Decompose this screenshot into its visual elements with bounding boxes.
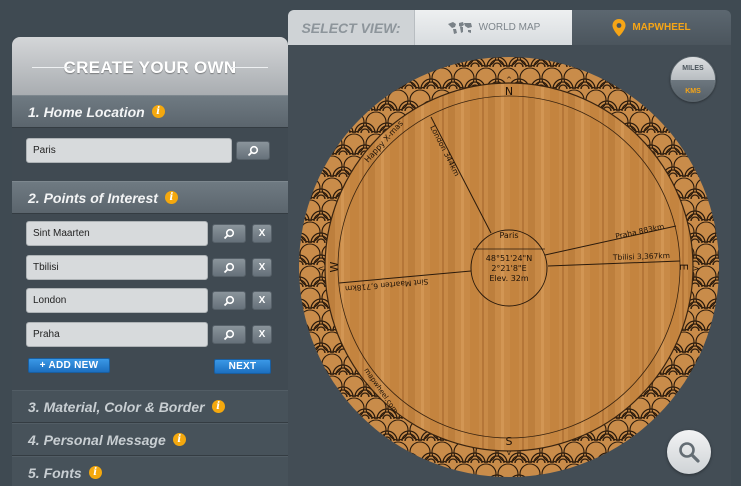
section-points-of-interest-header[interactable]: 2. Points of Interest i [12,181,288,214]
mapwheel-label: MAPWHEEL [632,22,691,33]
compass-n: N [505,85,513,98]
poi-input[interactable]: London [26,288,208,313]
poi-row: Praha X [26,322,272,347]
section-title: 1. Home Location [28,103,145,120]
compass-w-arrow: < [318,264,325,273]
poi-remove-button[interactable]: X [252,258,272,277]
zoom-button[interactable] [667,430,711,474]
section-title: 2. Points of Interest [28,189,158,206]
info-icon[interactable]: i [164,191,178,204]
info-icon[interactable]: i [211,400,225,413]
home-search-button[interactable] [236,141,270,160]
poi-remove-button[interactable]: X [252,224,272,243]
tab-mapwheel[interactable]: MAPWHEEL [572,10,731,45]
poi-row: London X [26,288,272,313]
section-title: 5. Fonts [28,464,82,481]
section-message-header[interactable]: 4. Personal Message i [12,423,288,456]
mapwheel-board[interactable]: Paris 48°51'24"N 2°21'8"E Elev. 32m N ^ … [288,45,731,486]
add-new-button[interactable]: + ADD NEW [28,358,110,373]
wheel-stage: Paris 48°51'24"N 2°21'8"E Elev. 32m N ^ … [288,45,731,486]
section-title: 4. Personal Message [28,431,166,448]
select-view-label: SELECT VIEW: [288,10,414,45]
center-lon: 2°21'8"E [491,264,526,273]
section-home-location-body: Paris [12,128,288,181]
poi-input[interactable]: Praha [26,322,208,347]
compass-s-arrow: v [507,449,511,457]
next-button[interactable]: NEXT [214,359,271,374]
center-city: Paris [499,231,518,240]
compass-n-arrow: ^ [506,76,512,84]
unit-toggle[interactable]: MILES KMS [670,56,716,102]
section-title: 3. Material, Color & Border [28,398,205,415]
poi-remove-button[interactable]: X [252,291,272,310]
search-icon [223,228,235,239]
poi-input[interactable]: Tbilisi [26,255,208,280]
create-title: CREATE YOUR OWN [63,58,237,77]
magnifier-icon [679,442,700,463]
home-location-row: Paris [26,138,270,163]
poi-search-button[interactable] [212,224,246,243]
header-divider-right [230,67,268,68]
location-pin-icon [612,18,626,36]
section-points-body: Sint Maarten X Tbilisi X London X Praha [12,214,288,390]
view-selector: SELECT VIEW: WORLD MAP MAPWHEEL [288,10,731,45]
center-elev: Elev. 32m [489,274,529,283]
center-lat: 48°51'24"N [486,254,532,263]
compass-w: W [328,261,341,272]
poi-search-button[interactable] [212,291,246,310]
info-icon[interactable]: i [88,466,102,479]
header-divider-left [32,67,70,68]
section-material-header[interactable]: 3. Material, Color & Border i [12,390,288,423]
search-icon [223,329,235,340]
home-location-input[interactable]: Paris [26,138,232,163]
tab-world-map[interactable]: WORLD MAP [414,10,572,45]
search-icon [223,262,235,273]
create-panel: CREATE YOUR OWN 1. Home Location i Paris… [12,37,288,486]
world-map-label: WORLD MAP [478,22,541,33]
info-icon[interactable]: i [151,105,165,118]
poi-search-button[interactable] [212,258,246,277]
search-icon [223,295,235,306]
compass-s: S [506,435,513,448]
poi-row: Tbilisi X [26,255,272,280]
create-header: CREATE YOUR OWN [12,37,288,95]
poi-remove-button[interactable]: X [252,325,272,344]
poi-input[interactable]: Sint Maarten [26,221,208,246]
section-fonts-header[interactable]: 5. Fonts i [12,456,288,486]
poi-search-button[interactable] [212,325,246,344]
world-map-icon [447,21,472,34]
info-icon[interactable]: i [172,433,186,446]
compass-e: E [677,264,690,271]
search-icon [247,145,259,156]
compass-e-arrow: > [693,264,700,273]
poi-row: Sint Maarten X [26,221,272,246]
section-home-location-header[interactable]: 1. Home Location i [12,95,288,128]
